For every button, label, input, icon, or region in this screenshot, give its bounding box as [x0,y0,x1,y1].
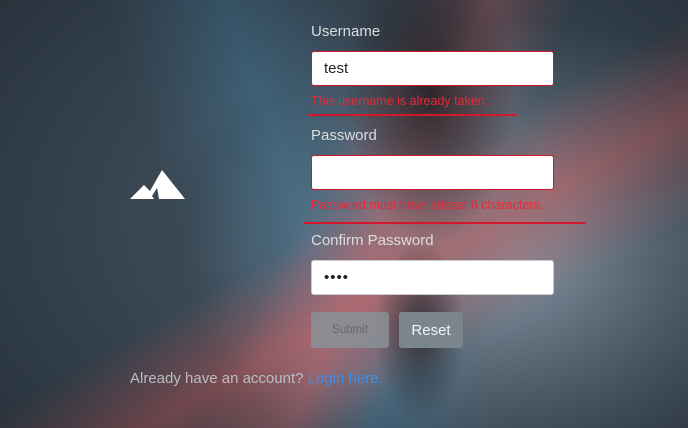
confirm-password-label: Confirm Password [311,232,434,249]
form-actions: Submit Reset [311,312,463,348]
login-prompt: Already have an account? Login here. [130,370,383,387]
login-prompt-text: Already have an account? [130,370,304,387]
submit-button[interactable]: Submit [311,312,389,348]
username-error-underline [307,114,517,116]
username-label: Username [311,23,381,40]
mountain-logo-icon [130,170,185,199]
password-input[interactable] [311,155,554,190]
password-error: Password must have atleast 6 characters. [311,198,544,212]
confirm-password-masked-value: •••• [324,269,350,286]
username-input[interactable] [311,51,554,86]
password-error-underline [304,222,586,224]
confirm-password-input[interactable]: •••• [311,260,554,295]
password-label: Password [311,127,377,144]
reset-button[interactable]: Reset [399,312,463,348]
login-link[interactable]: Login here. [308,370,383,387]
username-error: This username is already taken. [311,94,489,108]
